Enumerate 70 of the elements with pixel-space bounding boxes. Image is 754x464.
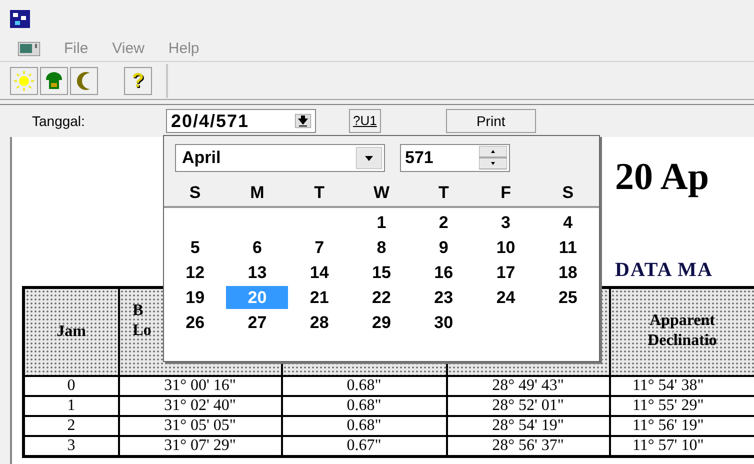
calendar-day[interactable]: 12 bbox=[186, 260, 205, 286]
table-cell: 0 bbox=[24, 376, 118, 396]
calendar-day[interactable]: 29 bbox=[372, 310, 391, 336]
calendar-button[interactable]: ?U1 bbox=[349, 109, 381, 133]
month-dropdown[interactable]: April bbox=[175, 144, 385, 172]
calendar-day[interactable]: 25 bbox=[558, 284, 578, 310]
weekday-label: W bbox=[373, 182, 390, 204]
table-cell: 31° 00' 16" bbox=[118, 376, 282, 396]
calendar-day[interactable]: 28 bbox=[310, 310, 329, 336]
table-cell: 31° 05' 05" bbox=[118, 416, 282, 436]
calendar-day[interactable]: 7 bbox=[314, 234, 324, 260]
weekday-label: T bbox=[438, 182, 449, 204]
window-menu-icon[interactable] bbox=[18, 42, 40, 56]
report-heading: 20 Ap bbox=[615, 155, 709, 200]
date-label: Tanggal: bbox=[31, 112, 86, 131]
calendar-day[interactable]: 4 bbox=[563, 210, 573, 236]
weekday-label: S bbox=[562, 182, 574, 204]
table-cell: 0.68" bbox=[282, 396, 446, 416]
sun-icon bbox=[13, 70, 35, 92]
calendar-day[interactable]: 9 bbox=[438, 234, 448, 260]
table-cell: 1 bbox=[24, 396, 118, 416]
calendar-day[interactable]: 3 bbox=[501, 210, 510, 236]
calendar-day[interactable]: 15 bbox=[372, 260, 391, 286]
calendar-day[interactable]: 5 bbox=[190, 234, 200, 260]
calendar-day[interactable]: 18 bbox=[558, 260, 578, 286]
weekday-label: S bbox=[189, 182, 201, 204]
dome-house-icon bbox=[43, 70, 65, 92]
table-cell: 28° 52' 01" bbox=[446, 396, 610, 416]
dropdown-icon[interactable] bbox=[295, 114, 311, 128]
table-cell: 0.68" bbox=[282, 376, 446, 396]
calendar-day[interactable]: 22 bbox=[372, 284, 391, 310]
spin-arrows-icon[interactable] bbox=[479, 146, 507, 170]
dropdown-arrow-icon[interactable] bbox=[356, 147, 382, 169]
calendar-day[interactable]: 10 bbox=[496, 234, 516, 260]
calendar-day[interactable]: 17 bbox=[496, 260, 516, 286]
weekday-label: F bbox=[500, 182, 511, 204]
report-subheading: DATA MA bbox=[615, 258, 713, 283]
print-button[interactable]: Print bbox=[446, 109, 536, 133]
table-cell: 31° 02' 40" bbox=[118, 396, 282, 416]
table-cell: 28° 49' 43" bbox=[446, 376, 610, 396]
calendar-day[interactable]: 8 bbox=[376, 234, 386, 260]
calendar-day[interactable]: 14 bbox=[310, 260, 329, 286]
calendar-day[interactable]: 2 bbox=[438, 210, 448, 236]
toolbar-button[interactable] bbox=[40, 66, 68, 94]
date-picker[interactable]: 20/4/571 bbox=[166, 109, 316, 133]
calendar-day[interactable]: 19 bbox=[186, 284, 205, 310]
calendar-day[interactable]: 27 bbox=[248, 310, 267, 336]
table-cell: 2 bbox=[24, 416, 118, 436]
column-header: B Lo bbox=[132, 300, 152, 341]
crescent-moon-icon bbox=[77, 72, 91, 90]
calendar-day[interactable]: 26 bbox=[186, 310, 205, 336]
toolbar-button[interactable] bbox=[70, 66, 98, 94]
weekday-label: T bbox=[314, 182, 325, 204]
calendar-day[interactable]: 13 bbox=[248, 260, 267, 286]
calendar-day[interactable]: 21 bbox=[310, 284, 329, 310]
column-header: Apparent Declinatio bbox=[648, 310, 717, 351]
calendar-day[interactable]: 11 bbox=[558, 234, 577, 260]
calendar-day[interactable]: 24 bbox=[496, 284, 516, 310]
column-header: Jam bbox=[56, 322, 86, 342]
calendar-day[interactable]: 1 bbox=[376, 210, 386, 236]
calendar-day[interactable]: 6 bbox=[252, 234, 262, 260]
weekday-label: M bbox=[250, 182, 264, 204]
calendar-day[interactable]: 16 bbox=[434, 260, 454, 286]
table-cell: 28° 54' 19" bbox=[446, 416, 610, 436]
calendar-day[interactable]: 30 bbox=[434, 310, 454, 336]
calendar-day[interactable]: 23 bbox=[434, 284, 454, 310]
app-icon bbox=[10, 10, 30, 28]
table-cell: 0.68" bbox=[282, 416, 446, 436]
year-spinner[interactable]: 571 bbox=[400, 144, 510, 172]
toolbar-button[interactable] bbox=[10, 66, 38, 94]
